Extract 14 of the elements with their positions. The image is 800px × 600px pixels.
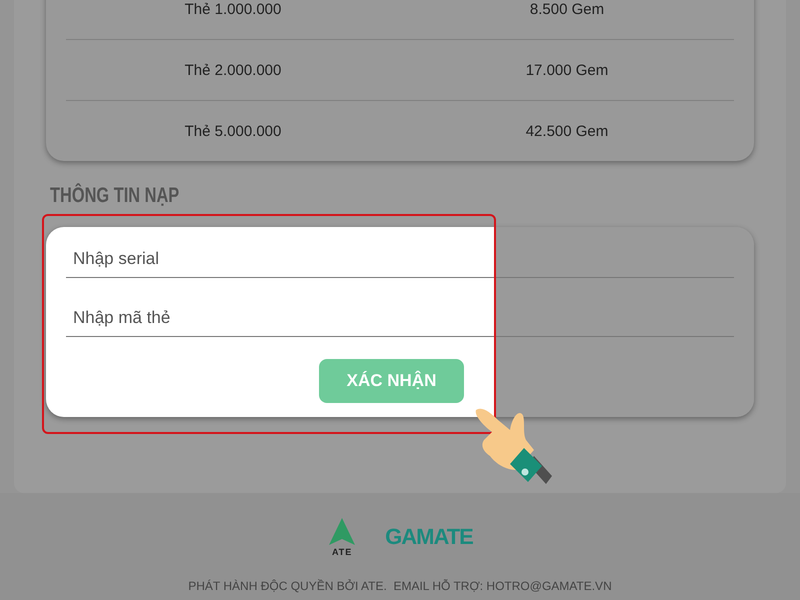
table-cell-text: Thẻ 1.000.000 [184, 0, 282, 18]
footer-text: PHÁT HÀNH ĐỘC QUYỀN BỞI ATE. EMAIL HỖ TRỢ: HOTRO@GAMATE.VN [188, 579, 612, 593]
input-field[interactable]: Nhập serial [66, 241, 734, 278]
table-cell-text: 8.500 Gem [528, 0, 606, 18]
input-field[interactable]: Nhập mã thẻ [66, 300, 734, 337]
logo-text: ATE [332, 547, 352, 557]
table-cell-text: Thẻ 5.000.000 [184, 122, 282, 140]
logo-wordmark: GAMATE [385, 524, 473, 550]
table-cell-text: 17.000 Gem [524, 62, 610, 78]
submit-button[interactable]: XÁC NHẬN [319, 359, 464, 403]
table-cell-text: 42.500 Gem [524, 122, 610, 140]
section-heading: THÔNG TIN NẠP [50, 182, 180, 209]
triangle-logo-icon [327, 517, 358, 547]
table-cell-text: Thẻ 2.000.000 [184, 62, 282, 78]
